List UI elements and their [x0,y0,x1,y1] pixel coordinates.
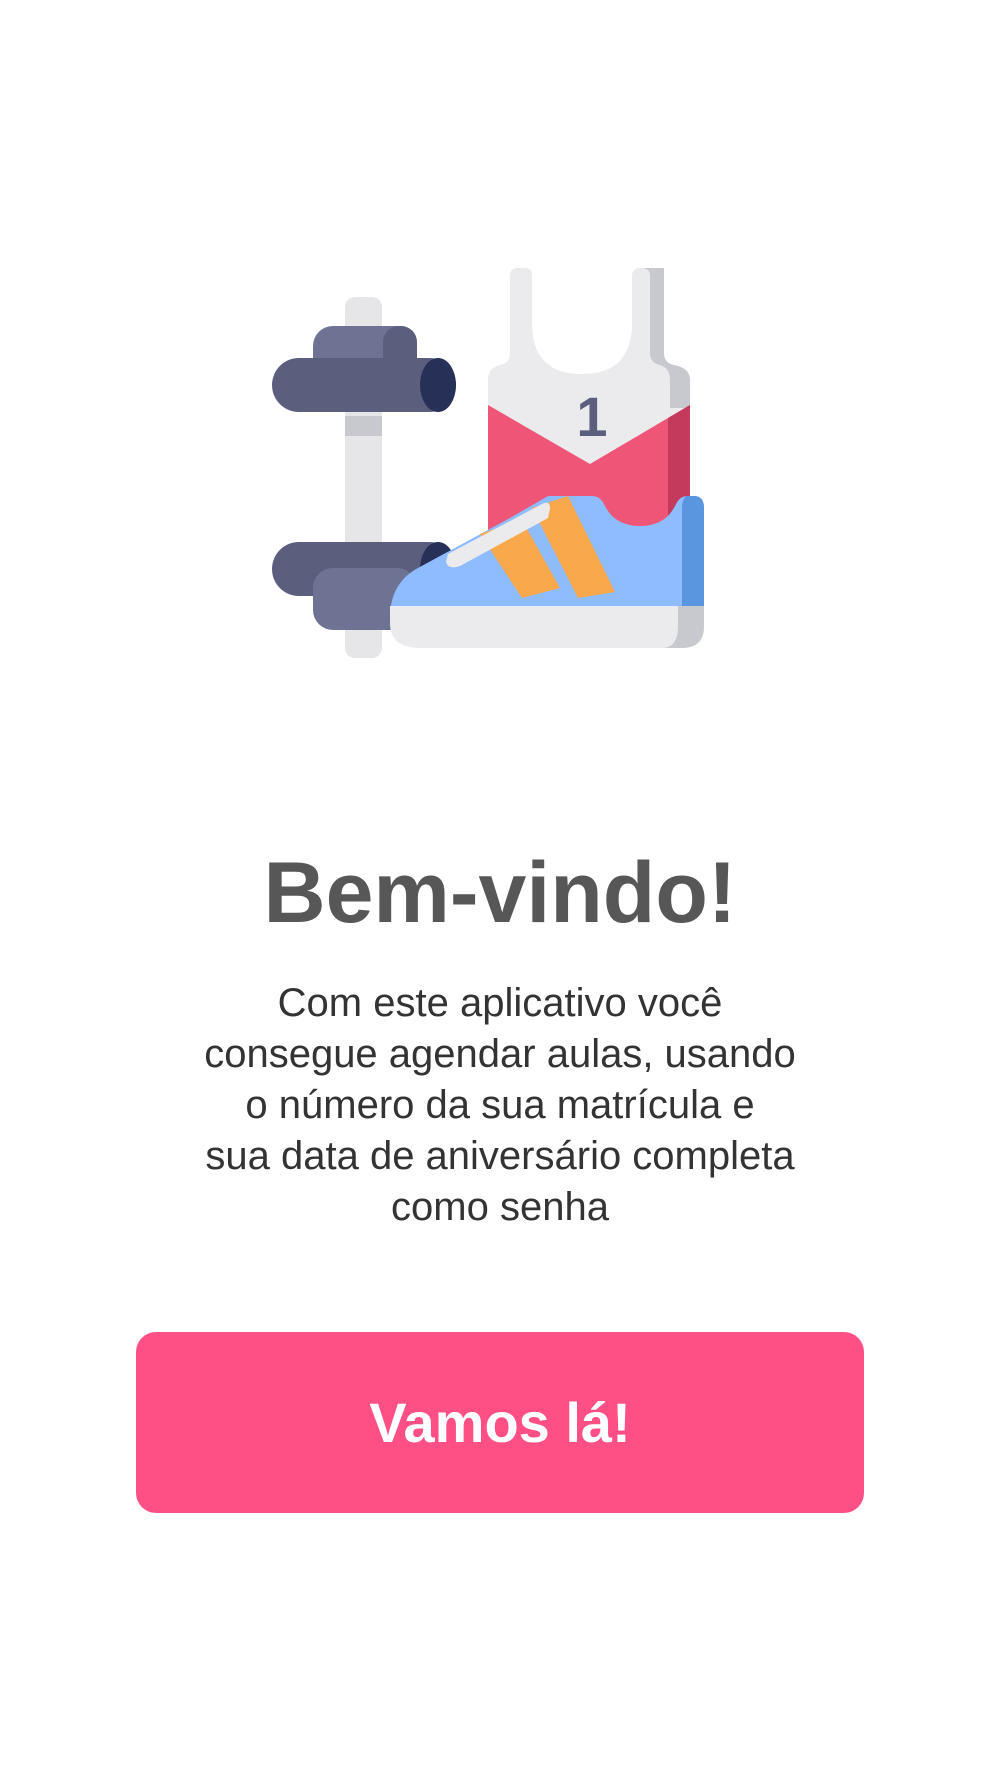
description-line: o número da sua matrícula e [245,1083,755,1127]
welcome-description: Com este aplicativo você consegue agenda… [150,978,850,1233]
description-line: Com este aplicativo você [277,981,723,1025]
description-line: consegue agendar aulas, usando [204,1032,796,1076]
page-title: Bem-vindo! [263,845,737,941]
description-line: como senha [391,1185,609,1229]
description-line: sua data de aniversário completa [205,1134,795,1178]
welcome-screen: 1 Bem-vindo! Com este aplicativo você co… [0,0,1000,1778]
jersey-number: 1 [576,385,607,448]
start-button[interactable]: Vamos lá! [136,1332,864,1513]
gym-equipment-icon: 1 [270,268,730,658]
